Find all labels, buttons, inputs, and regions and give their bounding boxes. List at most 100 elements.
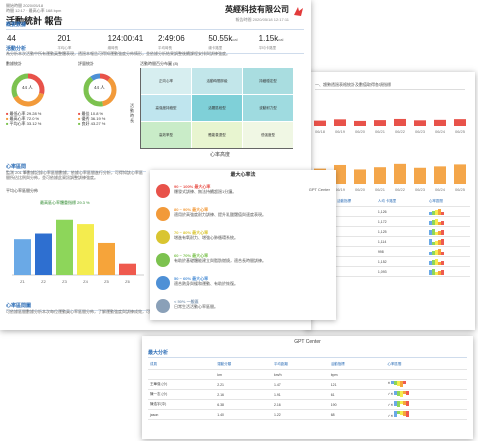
tick-label: 06/19: [335, 187, 346, 192]
zone-color-dot: [156, 276, 170, 290]
report-page-3: GPT Center 最大分析 成員 運動分類 平均距離 活動指標 心率區間 k…: [142, 336, 473, 439]
tick-label: 06/20: [355, 129, 366, 134]
bar: [394, 163, 406, 184]
zone-row: 90 ~ 100% 最大心率 爆發式訓練、無法持續超過1分鐘。: [156, 184, 330, 203]
zone-color-dot: [156, 299, 170, 313]
tick-label: 06/19: [335, 129, 346, 134]
bar: [354, 169, 366, 184]
tick-label: 06/20: [355, 187, 366, 192]
zone-row: 80 ~ 90% 最大心率 適用於高強度耐力訓練、提升乳酸閾值與速度表現。: [156, 207, 330, 226]
page2-top-text: 一、趨勢透過表格統計及數值取得各項指標: [315, 82, 391, 87]
matrix-cell: 活動時間評級: [192, 68, 242, 94]
bar: [454, 119, 466, 126]
hr-chart-title: 平均心率區間分佈: [6, 188, 38, 193]
col-header: 心率區間: [426, 197, 470, 207]
company-logo-icon: [292, 5, 305, 18]
bar: [98, 242, 115, 275]
tick-label: 06/25: [455, 129, 466, 134]
table-row: jason 1.40 1.22 68 ✓✕: [148, 409, 467, 420]
donut2-legend: ■ 最佳 10.8 % ■ 優秀 36.19 % ■ 良好 43.27 %: [78, 111, 106, 126]
activity-description: 為分析本次活動中所有運動員整體表現，透過本報告可得知運動強度分佈情形，並依據分析…: [6, 51, 230, 56]
col-header: 運動分類: [215, 360, 272, 370]
tick-label: 06/22: [395, 129, 406, 134]
status-icon: ✓✕: [387, 392, 394, 396]
tick-label: Z4: [83, 279, 88, 284]
bar: [35, 233, 52, 275]
matrix-cell: 低強度型: [243, 122, 293, 148]
table-row: 陳浩宇(中) 6.38 2.16 190 ✓✕: [148, 399, 467, 410]
zone-color-dot: [156, 184, 170, 198]
tick-label: 06/18: [315, 129, 326, 134]
donut1-legend: ■ 最低心率 29.28 % ■ 最高心率 72.0 % ■ 平均心率 33.1…: [6, 111, 42, 126]
hr-description: 監測 201 筆數據記錄心率區間數據，依據心率區間進行分析，可得知該心率區間所佔…: [6, 170, 143, 180]
zones-title: 最大心率法: [230, 172, 256, 178]
tick-label: 06/21: [375, 187, 386, 192]
bar: [414, 167, 426, 184]
donut1-center: 44 人: [22, 85, 33, 90]
tick-label: 06/24: [435, 129, 446, 134]
donut2-center: 44 人: [94, 85, 105, 90]
bar: [454, 164, 466, 184]
status-icon: ✓✕: [387, 414, 394, 418]
page2-daily-chart: 06/18 06/19 06/20 06/21 06/22 06/23 06/24 06/25: [314, 118, 466, 134]
col-header: 平均距離: [271, 360, 329, 370]
zone-color-dot: [156, 230, 170, 244]
tick-label: 06/22: [395, 187, 406, 192]
bar: [414, 120, 426, 126]
bar: [119, 263, 136, 275]
report-meta-line: 時間 12:17 · 最高心率 168 bpm: [6, 8, 62, 13]
tick-label: 06/23: [415, 187, 426, 192]
col-header: 活動指標: [328, 360, 386, 370]
page3-section-title: 最大分析: [148, 349, 467, 358]
tick-label: Z3: [62, 279, 67, 284]
heart-rate-zone-bar-chart: Z1 Z2 Z3 Z4 Z5 Z6: [12, 219, 144, 284]
rating-donut-chart: [83, 73, 117, 107]
bar: [394, 118, 406, 126]
donut1-title: 數據統計: [6, 61, 22, 66]
matrix-cell: 持續穩定型: [243, 68, 293, 94]
report-header-right: 英經科技有限公司 報告時間 2020/05/18 12:17:11: [225, 4, 289, 22]
tick-label: Z1: [20, 279, 25, 284]
bar: [374, 167, 386, 184]
donut2-title: 評量統計: [78, 61, 94, 66]
matrix-cell: 正向心率: [141, 68, 191, 94]
bar: [354, 120, 366, 126]
col-header: 人均 卡路里: [375, 197, 427, 207]
activity-matrix: 正向心率 活動時間評級 持續穩定型 高強度持續型 活躍區段型 波動耐力型 高效率型 體能衰退型…: [140, 68, 293, 149]
matrix-cell: 體能衰退型: [192, 122, 242, 148]
zone-row: 70 ~ 80% 最大心率 增進有氧耐力、增強心肺循環系統。: [156, 230, 330, 249]
table-row: 王華強 (小) 2.21 1.47 121 ✕: [148, 379, 467, 390]
bar: [374, 120, 386, 126]
matrix-cell: 高效率型: [141, 122, 191, 148]
matrix-cell: 高強度持續型: [141, 95, 191, 121]
col-header: 活動指標: [334, 197, 376, 207]
page3-header: GPT Center: [294, 339, 321, 345]
status-icon: ✓✕: [387, 403, 394, 407]
tick-label: 06/23: [415, 129, 426, 134]
tick-label: Z5: [104, 279, 109, 284]
bar: [56, 219, 73, 275]
company-name: 英經科技有限公司: [225, 5, 289, 14]
status-icon: ✕: [387, 381, 391, 385]
tick-label: Z2: [41, 279, 46, 284]
matrix-cell: 活躍區段型: [192, 95, 242, 121]
bar: [434, 119, 446, 126]
max-heart-rate-card: 最大心率法 GPT Center 90 ~ 100% 最大心率 爆發式訓練、無法…: [150, 170, 336, 320]
tick-label: 06/21: [375, 129, 386, 134]
bar: [334, 119, 346, 126]
bar: [14, 239, 31, 275]
zone-color-dot: [156, 253, 170, 267]
tick-label: Z6: [125, 279, 130, 284]
heart-rate-donut-chart: [11, 73, 45, 107]
col-header: 心率區間: [385, 360, 467, 370]
bar: [314, 120, 326, 126]
zone-color-dot: [156, 207, 170, 221]
zone-row: 60 ~ 70% 最大心率 有助於基礎體能建立與脂肪燃燒，適合長時間訓練。: [156, 253, 330, 272]
matrix-y-label: 活動時長: [130, 103, 134, 123]
page3-table: 成員 運動分類 平均距離 活動指標 心率區間 km km/h bpm 王華強 (…: [148, 360, 467, 420]
table-row: 陳一志 (小) 2.16 1.91 61 ✓✕: [148, 389, 467, 400]
tick-label: 06/24: [435, 187, 446, 192]
zone-row: < 50% 一般區 日常生活活動心率區間。: [156, 299, 330, 318]
col-header: 成員: [148, 360, 216, 370]
zone-row: 50 ~ 60% 最大心率 適合熱身與緩和運動、有助於恢復。: [156, 276, 330, 295]
